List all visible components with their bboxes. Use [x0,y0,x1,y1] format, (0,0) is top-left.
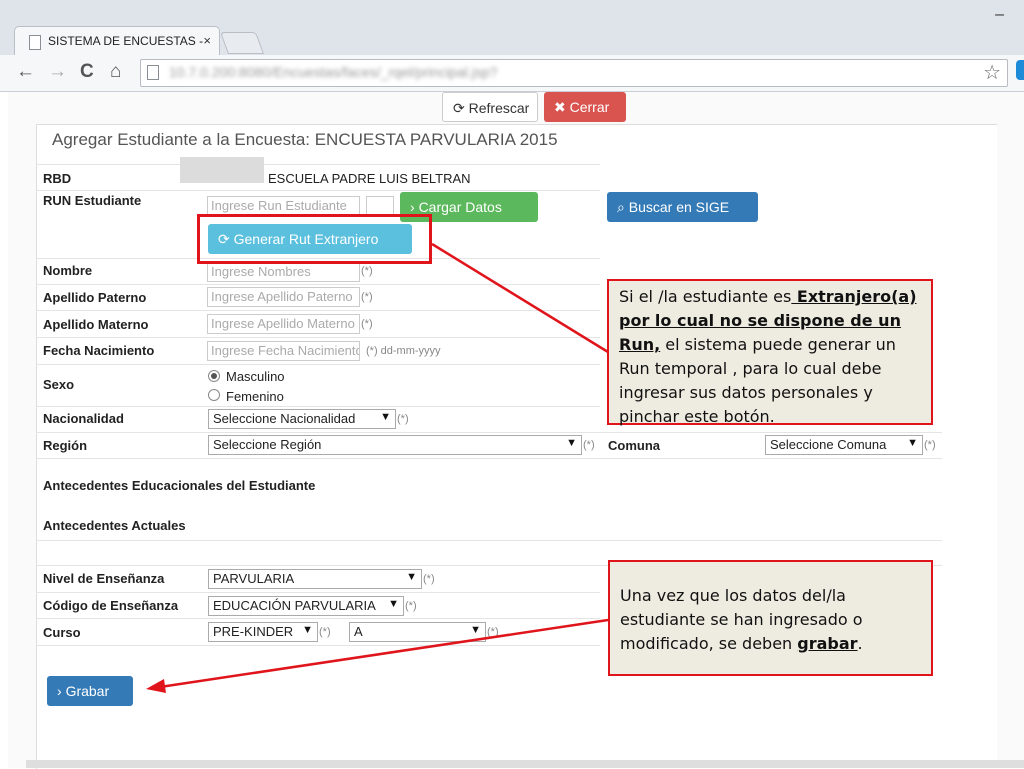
callout-grabar: Una vez que los datos del/la estudiante … [608,560,933,676]
callout-arrow-line [159,618,609,689]
callout-grabar-post: . [857,634,863,653]
arrowhead-icon [146,679,166,693]
horizontal-scrollbar[interactable] [26,760,1024,768]
callout-line [431,242,609,354]
callout-extranjero-pre: Si el /la estudiante es [619,287,792,306]
callout-extranjero-post: el sistema puede generar un Run temporal… [619,335,896,426]
callout-grabar-bold: grabar [797,634,858,653]
callout-extranjero: Si el /la estudiante es Extranjero(a) po… [607,279,933,426]
